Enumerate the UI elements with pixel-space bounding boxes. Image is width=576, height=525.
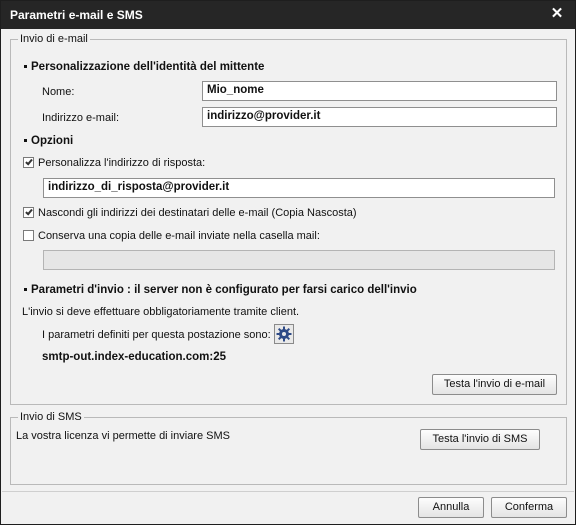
dialog-window: Parametri e-mail e SMS ✕ Invio di e-mail… bbox=[0, 0, 576, 525]
bullet-icon bbox=[24, 288, 27, 292]
email-group-legend: Invio di e-mail bbox=[18, 33, 90, 45]
bcc-checkbox[interactable] bbox=[23, 207, 34, 218]
keep-copy-checkbox[interactable] bbox=[23, 230, 34, 241]
check-icon bbox=[25, 157, 33, 166]
email-label: Indirizzo e-mail: bbox=[42, 112, 120, 124]
keep-copy-label[interactable]: Conserva una copia delle e-mail inviate … bbox=[38, 230, 320, 242]
bullet-icon bbox=[24, 65, 27, 69]
reply-address-field[interactable]: indirizzo_di_risposta@provider.it bbox=[43, 178, 555, 198]
smtp-server-value: smtp-out.index-education.com:25 bbox=[42, 351, 227, 363]
identity-heading-text: Personalizzazione dell'identità del mitt… bbox=[31, 61, 265, 73]
name-label: Nome: bbox=[42, 86, 75, 98]
send-params-heading: Parametri d'invio : il server non è conf… bbox=[24, 284, 417, 296]
close-icon[interactable]: ✕ bbox=[549, 5, 565, 23]
options-heading: Opzioni bbox=[24, 135, 73, 147]
send-info-text: L'invio si deve effettuare obbligatoriam… bbox=[22, 306, 300, 318]
identity-heading: Personalizzazione dell'identità del mitt… bbox=[24, 61, 264, 73]
email-group: Invio di e-mail Personalizzazione dell'i… bbox=[10, 33, 567, 405]
bullet-icon bbox=[24, 139, 27, 143]
reply-checkbox[interactable] bbox=[23, 157, 34, 168]
sms-group: Invio di SMS La vostra licenza vi permet… bbox=[10, 411, 567, 485]
title-bar[interactable]: Parametri e-mail e SMS ✕ bbox=[1, 1, 575, 29]
test-sms-button[interactable]: Testa l'invio di SMS bbox=[420, 429, 540, 450]
sms-info-text: La vostra licenza vi permette di inviare… bbox=[16, 430, 230, 442]
gear-icon[interactable] bbox=[274, 324, 294, 344]
check-icon bbox=[25, 207, 33, 216]
dialog-title: Parametri e-mail e SMS bbox=[10, 8, 143, 22]
email-field[interactable]: indirizzo@provider.it bbox=[202, 107, 557, 127]
reply-label[interactable]: Personalizza l'indirizzo di risposta: bbox=[38, 157, 205, 169]
bcc-label[interactable]: Nascondi gli indirizzi dei destinatari d… bbox=[38, 207, 357, 219]
station-params-label: I parametri definiti per questa postazio… bbox=[42, 329, 271, 341]
sms-group-legend: Invio di SMS bbox=[18, 411, 84, 423]
name-field[interactable]: Mio_nome bbox=[202, 81, 557, 101]
keep-copy-field bbox=[43, 250, 555, 270]
options-heading-text: Opzioni bbox=[31, 135, 74, 147]
confirm-button[interactable]: Conferma bbox=[491, 497, 567, 518]
cancel-button[interactable]: Annulla bbox=[418, 497, 484, 518]
test-email-button[interactable]: Testa l'invio di e-mail bbox=[432, 374, 557, 395]
send-params-heading-text: Parametri d'invio : il server non è conf… bbox=[31, 284, 417, 296]
footer-divider bbox=[2, 491, 574, 492]
